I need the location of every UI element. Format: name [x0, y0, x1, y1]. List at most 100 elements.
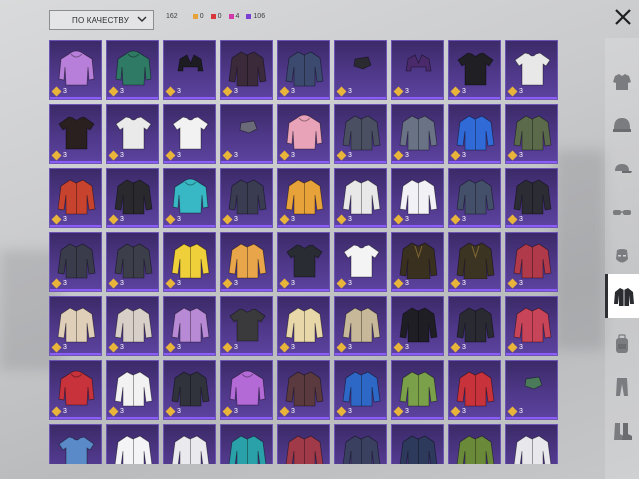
inventory-item-tile[interactable]: 3	[334, 40, 387, 100]
jacket-icon	[285, 51, 324, 87]
inventory-item-tile[interactable]: 3	[163, 232, 216, 292]
category-tab-glasses[interactable]	[605, 191, 639, 235]
inventory-item-tile[interactable]: 3	[391, 40, 444, 100]
category-tab-boots[interactable]	[605, 409, 639, 453]
item-quantity: 3	[165, 150, 181, 161]
inventory-item-tile[interactable]: 3	[448, 296, 501, 356]
inventory-item-tile[interactable]: 3	[163, 168, 216, 228]
inventory-item-tile[interactable]: 3	[391, 104, 444, 164]
inventory-item-tile[interactable]: 3	[334, 296, 387, 356]
inventory-item-tile[interactable]: 3	[505, 40, 558, 100]
inventory-item-tile[interactable]: 3	[220, 232, 273, 292]
inventory-item-tile[interactable]: 3	[334, 360, 387, 420]
inventory-item-tile[interactable]: 3	[391, 424, 444, 464]
inventory-item-tile[interactable]: 3	[106, 232, 159, 292]
sort-dropdown[interactable]: ПО КАЧЕСТВУ	[49, 10, 154, 30]
inventory-item-tile[interactable]: 3	[49, 40, 102, 100]
close-icon[interactable]	[612, 6, 634, 28]
item-quantity-label: 3	[234, 280, 238, 287]
jacket-icon	[114, 435, 153, 464]
inventory-item-tile[interactable]: 3	[163, 40, 216, 100]
inventory-item-tile[interactable]: 3	[277, 296, 330, 356]
quality-gem-icon	[165, 150, 176, 161]
inventory-item-tile[interactable]: 3	[505, 168, 558, 228]
inventory-item-tile[interactable]: 3	[163, 296, 216, 356]
inventory-item-tile[interactable]: 3	[448, 232, 501, 292]
inventory-item-tile[interactable]: 3	[391, 232, 444, 292]
inventory-item-tile[interactable]: 3	[334, 232, 387, 292]
category-tab-cap[interactable]	[605, 147, 639, 191]
item-quantity: 3	[336, 86, 352, 97]
inventory-item-tile[interactable]: 3	[220, 424, 273, 464]
inventory-item-tile[interactable]: 3	[220, 360, 273, 420]
item-quantity-label: 3	[177, 216, 181, 223]
item-quantity-label: 3	[234, 216, 238, 223]
category-tab-mask[interactable]	[605, 235, 639, 279]
inventory-item-tile[interactable]: 3	[391, 360, 444, 420]
item-quantity-label: 3	[234, 152, 238, 159]
quality-gem-icon	[165, 406, 176, 417]
inventory-item-tile[interactable]: 3	[220, 104, 273, 164]
item-quantity: 3	[450, 86, 466, 97]
inventory-item-tile[interactable]: 3	[106, 104, 159, 164]
inventory-item-tile[interactable]: 3	[277, 424, 330, 464]
inventory-item-tile[interactable]: 3	[277, 232, 330, 292]
quality-gem-icon	[450, 86, 461, 97]
jacket-icon	[285, 371, 324, 407]
inventory-item-tile[interactable]: 3	[391, 168, 444, 228]
inventory-item-tile[interactable]: 3	[448, 168, 501, 228]
quality-gem-icon	[450, 278, 461, 289]
inventory-item-tile[interactable]: 3	[505, 424, 558, 464]
inventory-item-tile[interactable]: 3	[49, 360, 102, 420]
inventory-item-tile[interactable]: 3	[163, 104, 216, 164]
jacket-icon	[513, 179, 552, 215]
jacket-icon	[228, 51, 267, 87]
category-tab-helmet[interactable]	[605, 103, 639, 147]
inventory-item-tile[interactable]: 3	[448, 40, 501, 100]
inventory-item-tile[interactable]: 3	[106, 424, 159, 464]
category-tab-jacket[interactable]	[605, 274, 639, 318]
inventory-item-tile[interactable]: 3	[334, 168, 387, 228]
inventory-item-tile[interactable]: 3	[505, 232, 558, 292]
inventory-item-tile[interactable]: 3	[448, 360, 501, 420]
item-quantity-label: 3	[462, 88, 466, 95]
inventory-item-tile[interactable]: 3	[505, 360, 558, 420]
inventory-item-tile[interactable]: 3	[448, 104, 501, 164]
inventory-item-tile[interactable]: 3	[334, 424, 387, 464]
inventory-item-tile[interactable]: 3	[277, 360, 330, 420]
item-quantity-label: 3	[348, 408, 352, 415]
quality-gem-icon	[393, 86, 404, 97]
quality-gem-icon	[450, 342, 461, 353]
inventory-item-tile[interactable]: 3	[277, 104, 330, 164]
inventory-item-tile[interactable]: 3	[220, 168, 273, 228]
inventory-item-tile[interactable]: 3	[334, 104, 387, 164]
jacket-icon	[456, 371, 495, 407]
inventory-item-tile[interactable]: 3	[106, 360, 159, 420]
inventory-item-tile[interactable]: 3	[505, 296, 558, 356]
item-quantity-label: 3	[63, 280, 67, 287]
category-tab-outfit-set[interactable]	[605, 60, 639, 104]
category-tab-pants[interactable]	[605, 365, 639, 409]
inventory-item-tile[interactable]: 3	[49, 296, 102, 356]
inventory-item-tile[interactable]: 3	[163, 424, 216, 464]
inventory-grid-viewport[interactable]: 3333333333333333333333333333333333333333…	[49, 40, 558, 464]
inventory-item-tile[interactable]: 3	[220, 296, 273, 356]
quality-gem-icon	[222, 342, 233, 353]
inventory-item-tile[interactable]: 3	[163, 360, 216, 420]
item-quantity: 3	[507, 150, 523, 161]
inventory-item-tile[interactable]: 3	[277, 40, 330, 100]
inventory-item-tile[interactable]: 3	[49, 424, 102, 464]
inventory-item-tile[interactable]: 3	[220, 40, 273, 100]
inventory-item-tile[interactable]: 3	[448, 424, 501, 464]
inventory-item-tile[interactable]: 3	[391, 296, 444, 356]
inventory-item-tile[interactable]: 3	[106, 40, 159, 100]
category-tab-backpack[interactable]	[605, 322, 639, 366]
inventory-item-tile[interactable]: 3	[49, 104, 102, 164]
rarity-swatch	[192, 14, 198, 19]
inventory-item-tile[interactable]: 3	[277, 168, 330, 228]
inventory-item-tile[interactable]: 3	[505, 104, 558, 164]
inventory-item-tile[interactable]: 3	[106, 296, 159, 356]
inventory-item-tile[interactable]: 3	[49, 168, 102, 228]
inventory-item-tile[interactable]: 3	[49, 232, 102, 292]
inventory-item-tile[interactable]: 3	[106, 168, 159, 228]
